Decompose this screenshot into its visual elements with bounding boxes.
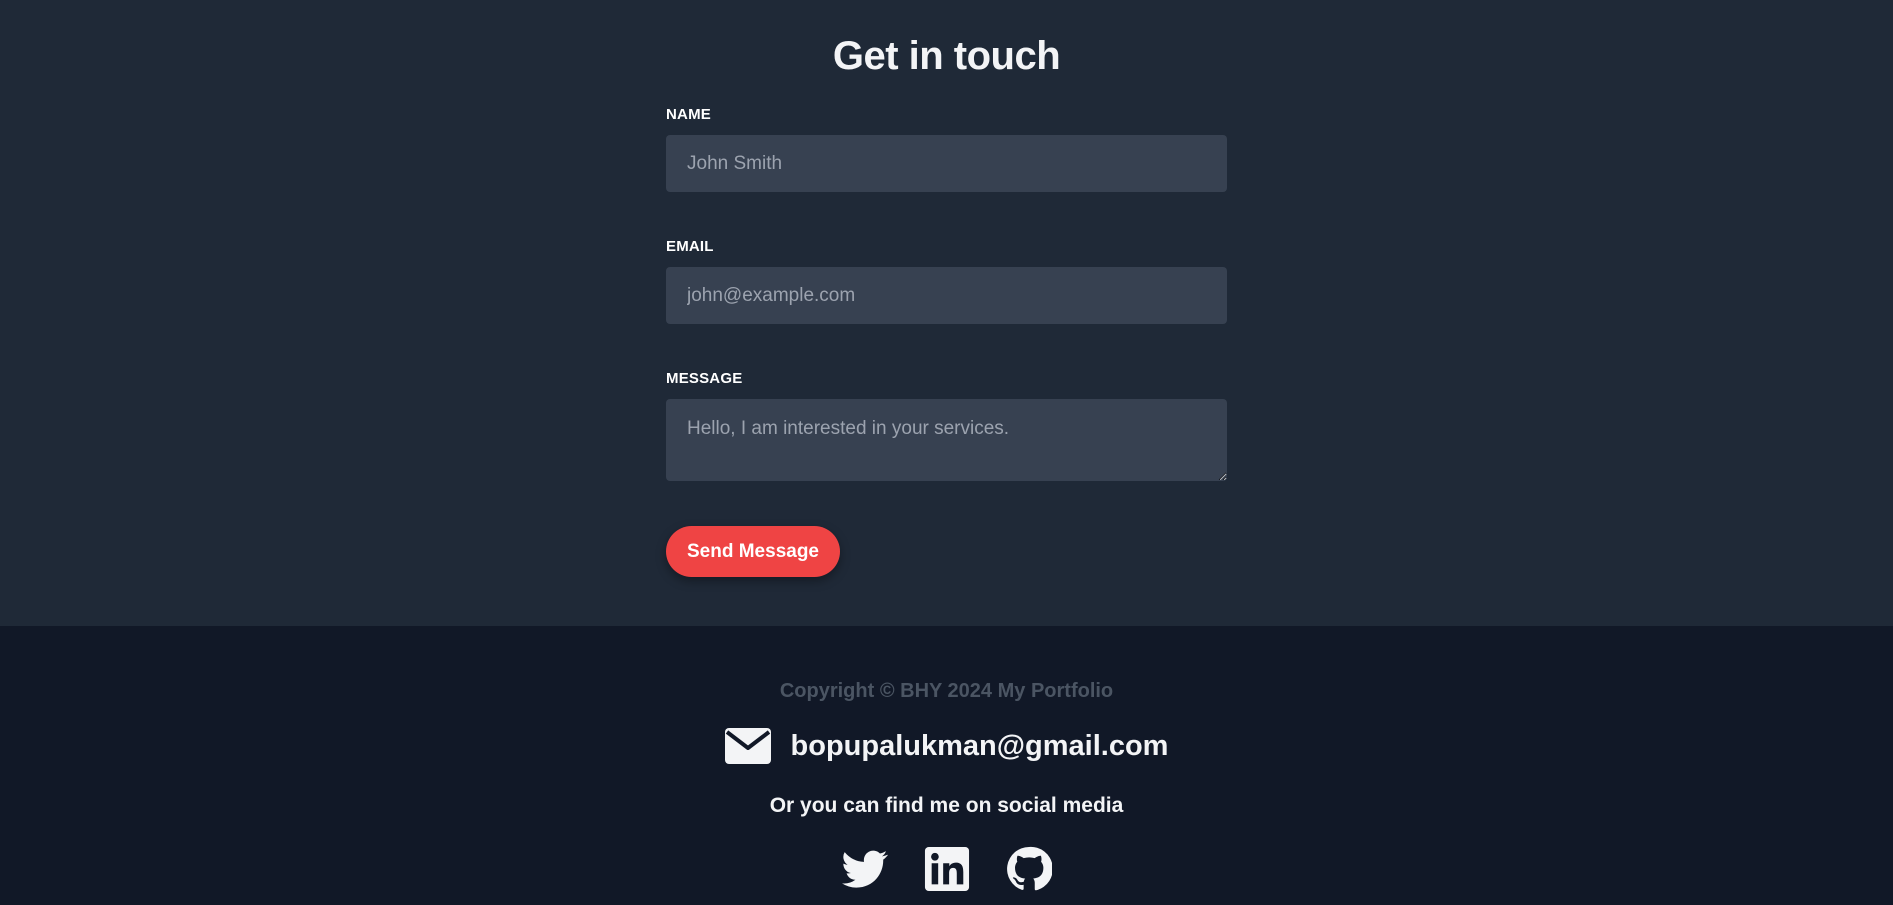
envelope-icon: [724, 728, 771, 764]
linkedin-link[interactable]: [924, 846, 970, 892]
social-media-text: Or you can find me on social media: [769, 794, 1124, 817]
email-link[interactable]: bopupalukman@gmail.com: [791, 730, 1169, 763]
message-textarea[interactable]: [666, 399, 1227, 481]
twitter-link[interactable]: [841, 846, 888, 892]
email-label: EMAIL: [666, 238, 714, 255]
page-title: Get in touch: [832, 34, 1061, 78]
github-link[interactable]: [1006, 846, 1052, 892]
send-message-button[interactable]: Send Message: [666, 526, 840, 577]
name-label: NAME: [666, 106, 711, 123]
email-row: bopupalukman@gmail.com: [0, 728, 1893, 764]
message-label: MESSAGE: [666, 370, 743, 387]
twitter-icon: [841, 850, 888, 888]
linkedin-icon: [924, 846, 969, 892]
contact-section: Get in touch NAME EMAIL MESSAGE Send Mes…: [0, 0, 1893, 626]
email-input[interactable]: [666, 267, 1227, 324]
github-icon: [1006, 846, 1052, 891]
name-input[interactable]: [666, 135, 1227, 192]
copyright-text: Copyright © BHY 2024 My Portfolio: [779, 680, 1114, 702]
social-links: [0, 846, 1893, 892]
